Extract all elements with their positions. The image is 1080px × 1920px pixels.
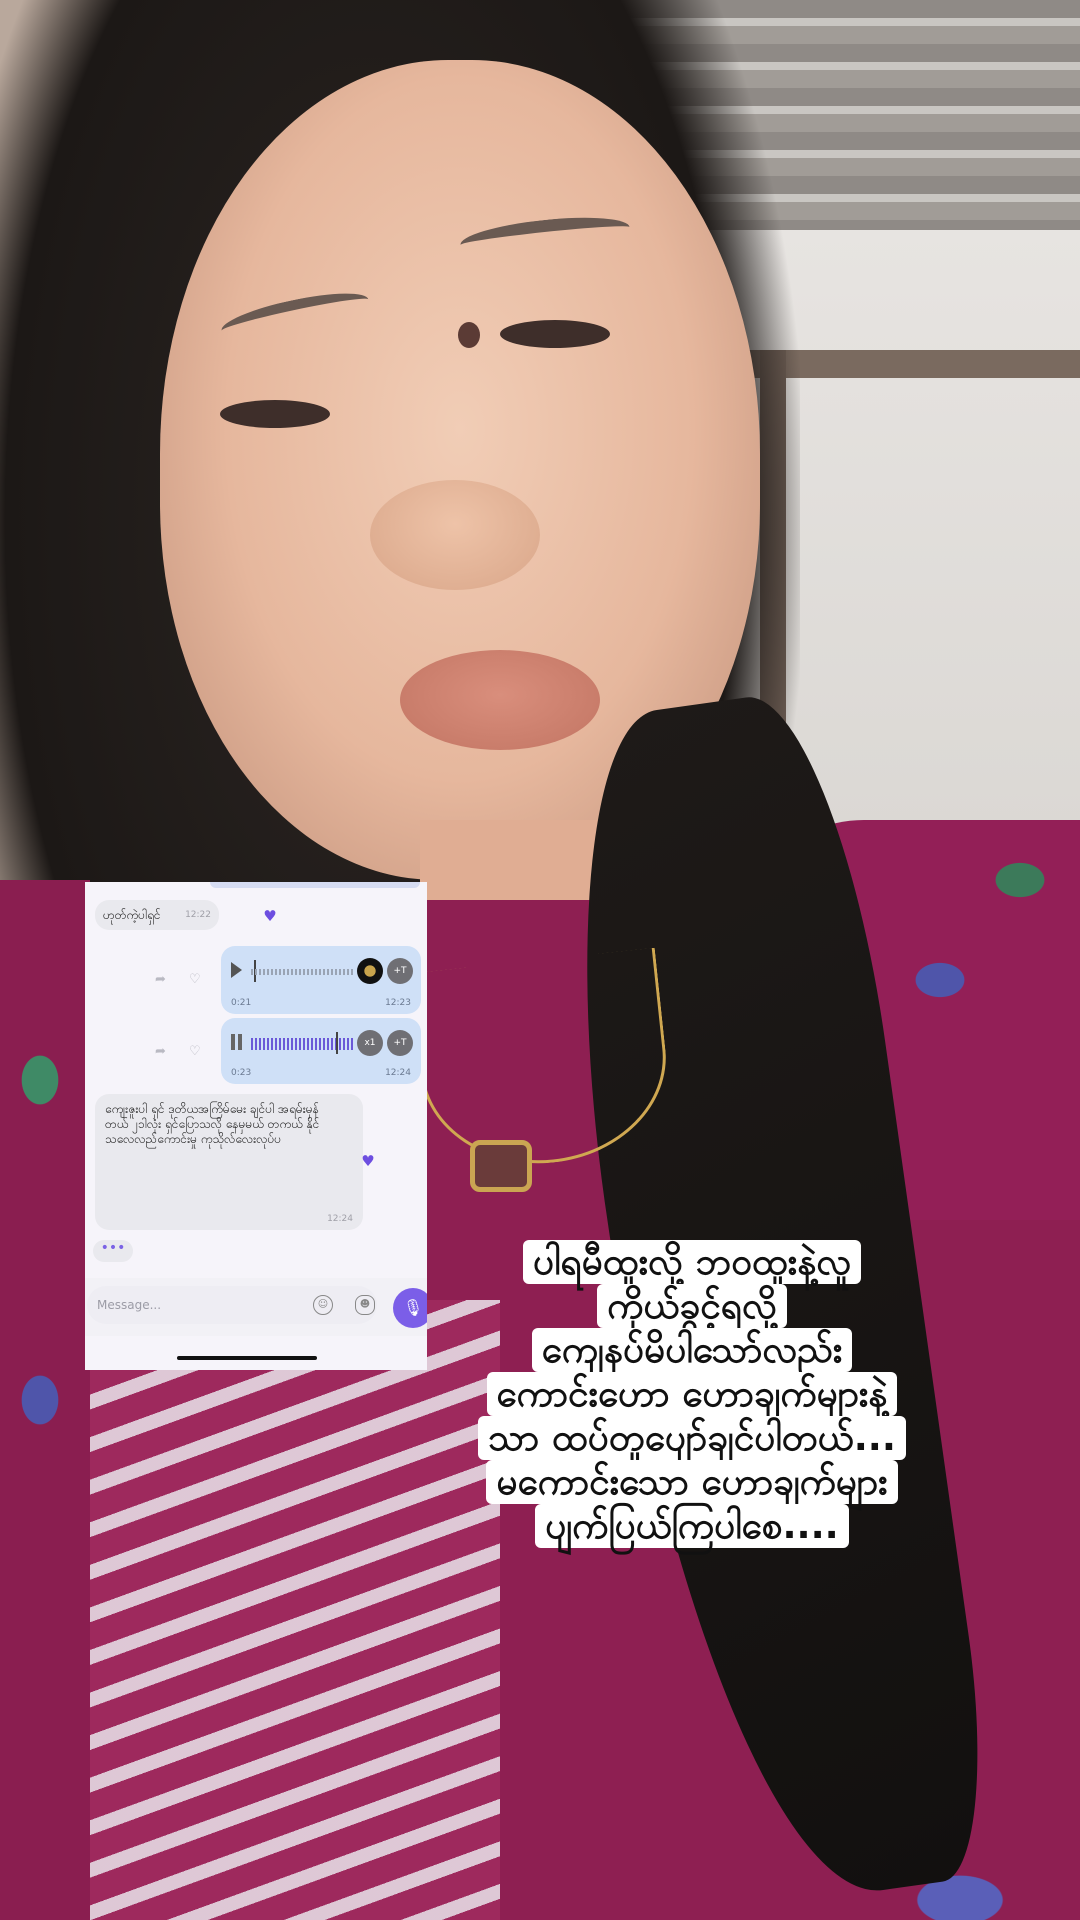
incoming-message[interactable]: ကျေးဇူးပါ ရှင် ဒုတိယအကြိမ်မေး ချင်ပါ အရမ… — [95, 1094, 363, 1230]
eye — [500, 320, 610, 348]
play-icon[interactable] — [231, 962, 242, 978]
transcribe-button[interactable]: +T — [387, 1030, 413, 1056]
previous-message-edge — [210, 882, 420, 888]
forehead-mark — [458, 322, 480, 348]
pause-icon[interactable] — [231, 1034, 243, 1050]
message-input[interactable] — [87, 1286, 377, 1324]
playback-speed-button[interactable]: x1 — [357, 1030, 383, 1056]
message-time: 12:22 — [185, 910, 211, 920]
heart-icon[interactable]: ♥ — [361, 1154, 375, 1169]
heart-icon[interactable]: ♥ — [263, 909, 277, 924]
caption-line: ကျေနပ်မိပါသော်လည်း — [531, 1328, 853, 1372]
message-text: ကျေးဇူးပါ ရှင် ဒုတိယအကြိမ်မေး ချင်ပါ အရမ… — [105, 1102, 320, 1146]
chat-screenshot: ဟုတ်ကဲ့ပါရှင် 12:22 ♥ ➦ ♡ +T 0:21 12:23 … — [85, 882, 427, 1370]
message-text: ဟုတ်ကဲ့ပါရှင် — [103, 908, 161, 922]
playback-cursor — [336, 1032, 338, 1054]
voice-duration: 0:23 — [231, 1068, 252, 1078]
emoji-icon[interactable]: ☺ — [313, 1295, 333, 1315]
microphone-button[interactable]: 🎙 — [393, 1288, 427, 1328]
caption-line: ပျက်ပြယ်ကြပါစေ.... — [535, 1504, 849, 1548]
caption-line: မကောင်းသော ဟောချက်များ — [486, 1460, 898, 1504]
outgoing-voice-message[interactable]: x1 +T 0:23 12:24 — [221, 1018, 421, 1084]
transcribe-button[interactable]: +T — [387, 958, 413, 984]
incoming-message[interactable]: ဟုတ်ကဲ့ပါရှင် 12:22 — [95, 900, 219, 930]
message-time: 12:24 — [385, 1068, 411, 1078]
voice-duration: 0:21 — [231, 998, 252, 1008]
typing-indicator: ••• — [93, 1240, 133, 1262]
lips — [400, 650, 600, 750]
home-indicator — [177, 1356, 317, 1360]
share-icon[interactable]: ➦ — [155, 972, 166, 987]
dress-sleeve — [0, 880, 90, 1920]
message-time: 12:24 — [327, 1214, 353, 1224]
caption-line: ကောင်းဟော ဟောချက်များနဲ့ — [486, 1372, 898, 1416]
necklace-pendant — [470, 1140, 532, 1192]
eye — [220, 400, 330, 428]
sticker-icon[interactable]: ☻ — [355, 1295, 375, 1315]
dress-stripes — [40, 1300, 500, 1920]
message-composer: ☺ ☻ 🎙 — [85, 1278, 427, 1336]
waveform[interactable] — [251, 1038, 355, 1050]
message-time: 12:23 — [385, 998, 411, 1008]
like-icon[interactable]: ♡ — [189, 972, 201, 987]
like-icon[interactable]: ♡ — [189, 1044, 201, 1059]
caption-line: ကိုယ်ခွင့်ရလို့ — [597, 1284, 787, 1328]
caption-line: သာ ထပ်တူပျော်ချင်ပါတယ်... — [478, 1416, 906, 1460]
nose — [370, 480, 540, 590]
avatar — [357, 958, 383, 984]
outgoing-voice-message[interactable]: +T 0:21 12:23 — [221, 946, 421, 1014]
caption-line: ပါရမီထူးလို့ ဘ၀ထူးနဲ့လူ — [522, 1240, 862, 1284]
caption: ပါရမီထူးလို့ ဘ၀ထူးနဲ့လူ ကိုယ်ခွင့်ရလို့ … — [432, 1240, 952, 1548]
share-icon[interactable]: ➦ — [155, 1044, 166, 1059]
waveform[interactable] — [251, 969, 355, 975]
